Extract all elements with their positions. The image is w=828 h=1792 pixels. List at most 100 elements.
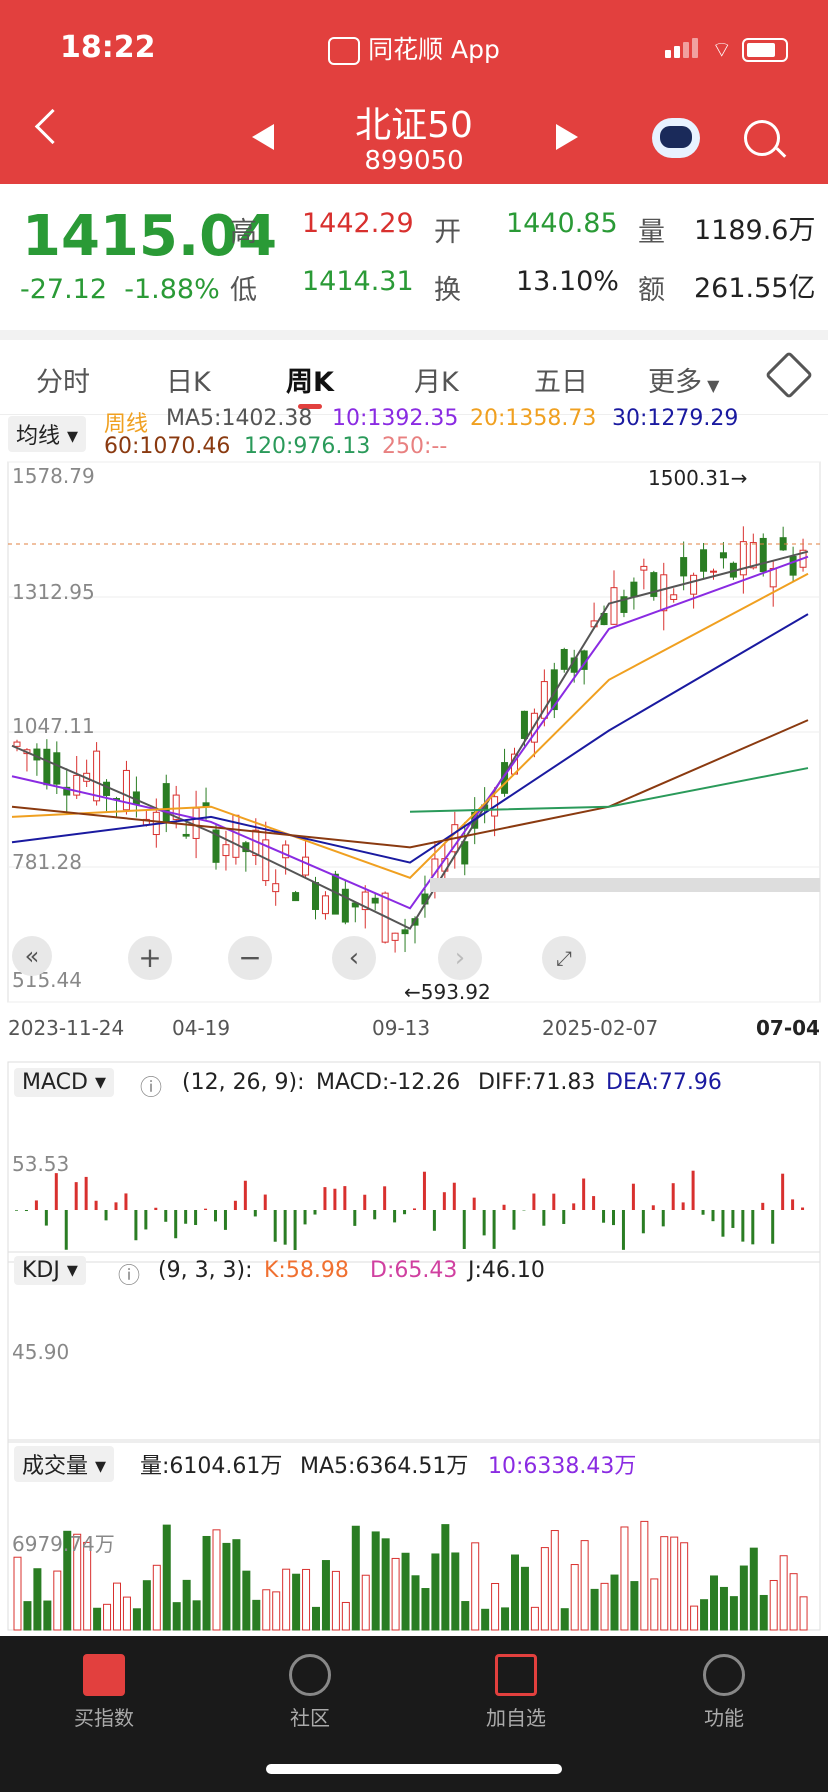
macd-bar (651, 1205, 655, 1210)
volume-bar (670, 1536, 679, 1631)
search-icon[interactable] (744, 120, 780, 156)
fullscreen-icon[interactable]: ⤢ (542, 936, 586, 980)
macd-bar (442, 1192, 446, 1210)
volume-bar (451, 1552, 460, 1631)
volume-bar (630, 1581, 639, 1631)
x-tick-2: 04-19 (172, 1016, 231, 1040)
macd-bar (353, 1210, 357, 1226)
turnover-label: 换 (434, 275, 461, 306)
candle-body (719, 552, 727, 559)
macd-bar (621, 1210, 625, 1250)
tab-intraday[interactable]: 分时 (36, 360, 90, 399)
tab-more-label: 更多 (648, 367, 702, 398)
macd-bar (273, 1210, 277, 1242)
prev-page-button[interactable]: ‹ (332, 936, 376, 980)
volume-bar (113, 1582, 121, 1631)
nav-community[interactable]: 社区 (250, 1644, 370, 1731)
y-tick-1: 1578.79 (12, 464, 95, 488)
price-change: -27.12 -1.88% (20, 274, 220, 305)
macd-bar (293, 1210, 297, 1250)
kdj-j: J:46.10 (468, 1258, 545, 1283)
macd-bar (413, 1208, 416, 1210)
volume-bar (321, 1560, 330, 1631)
volume-bar (23, 1601, 32, 1631)
volume-bar (610, 1574, 619, 1631)
volume-value: 量:6104.61万 (140, 1454, 283, 1479)
tab-weekly[interactable]: 周K (286, 360, 334, 399)
macd-bar (383, 1186, 387, 1210)
volume-bar (461, 1601, 470, 1631)
nav-functions[interactable]: 功能 (664, 1644, 784, 1731)
high-marker: 1500.31→ (648, 466, 748, 490)
kdj-help-icon[interactable]: ⓘ (118, 1258, 140, 1290)
volume-bar (441, 1524, 450, 1631)
volume-selector[interactable]: 成交量 ▾ (14, 1446, 115, 1482)
volume-bar (172, 1602, 181, 1631)
low-marker: ←593.92 (404, 980, 491, 1004)
volume-bar (93, 1607, 102, 1631)
ma-line-ma120 (409, 767, 809, 813)
candle-body (520, 710, 528, 739)
tab-five-day[interactable]: 五日 (534, 360, 588, 399)
volume-bar (371, 1531, 380, 1631)
star-icon (289, 1654, 331, 1696)
volume-bar (779, 1555, 788, 1631)
volume-bar (252, 1599, 261, 1631)
candle-body (640, 565, 648, 571)
candle-body (670, 594, 678, 600)
macd-bar (363, 1194, 367, 1210)
kdj-k: K:58.98 (264, 1258, 349, 1283)
macd-bar (323, 1187, 327, 1210)
zoom-out-button[interactable]: − (228, 936, 272, 980)
x-tick-5: 07-04 (756, 1016, 820, 1040)
macd-bar (641, 1210, 645, 1234)
volume-bar (690, 1605, 699, 1631)
nav-add-label: 加自选 (486, 1706, 546, 1730)
tab-monthly[interactable]: 月K (414, 360, 459, 399)
macd-bar (532, 1193, 536, 1210)
volume-axis: 6979.74万 (12, 1532, 115, 1556)
y-tick-2: 1312.95 (12, 580, 95, 604)
volume-bar (202, 1535, 211, 1631)
kdj-selector[interactable]: KDJ ▾ (14, 1256, 86, 1285)
macd-bar (741, 1210, 745, 1242)
volume-selector-label: 成交量 (22, 1454, 89, 1479)
macd-bar (582, 1178, 586, 1210)
tab-more[interactable]: 更多 ▼ (648, 360, 719, 399)
next-stock-button[interactable] (556, 124, 578, 150)
volume-bar (381, 1538, 390, 1631)
next-page-button[interactable]: › (438, 936, 482, 980)
volume-bar (739, 1565, 748, 1631)
tab-daily[interactable]: 日K (166, 360, 211, 399)
volume-bar (700, 1599, 709, 1631)
macd-selector[interactable]: MACD ▾ (14, 1068, 114, 1097)
scroll-left-icon[interactable]: « (12, 936, 52, 976)
candle-body (690, 574, 698, 595)
candle-body (292, 892, 300, 902)
candle-body (182, 833, 190, 837)
candle-body (272, 883, 280, 893)
ma-line-ma5 (11, 550, 809, 930)
nav-add-watchlist[interactable]: 加自选 (456, 1644, 576, 1731)
macd-bar (174, 1210, 178, 1239)
settings-icon[interactable] (764, 350, 814, 400)
candle-body (660, 574, 668, 612)
x-tick-4: 2025-02-07 (542, 1016, 659, 1040)
candle-body (610, 587, 618, 625)
candle-body (401, 929, 409, 935)
volume-bar (511, 1554, 519, 1631)
candle-body (93, 750, 101, 802)
volume-bar (391, 1557, 400, 1631)
change-percent: -1.88% (124, 274, 220, 305)
ma-line-ma20 (11, 572, 809, 879)
assistant-robot-icon[interactable] (652, 118, 700, 158)
volume-bar (232, 1539, 241, 1631)
macd-help-icon[interactable]: ⓘ (140, 1070, 162, 1102)
volume-bar (361, 1574, 370, 1631)
zoom-in-button[interactable]: + (128, 936, 172, 980)
candle-body (103, 781, 111, 796)
nav-buy-index[interactable]: 买指数 (44, 1644, 164, 1731)
volume-bar (122, 1596, 131, 1631)
macd-bar (144, 1210, 148, 1230)
turnover-value: 13.10% (516, 266, 619, 297)
